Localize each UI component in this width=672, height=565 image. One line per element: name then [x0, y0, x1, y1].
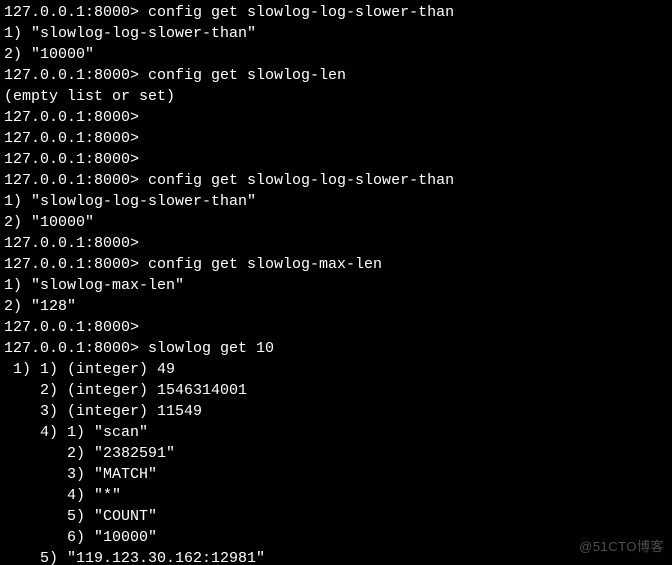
prompt-line: 127.0.0.1:8000> — [4, 317, 668, 338]
prompt-line: 127.0.0.1:8000> — [4, 107, 668, 128]
prompt-line: 127.0.0.1:8000> config get slowlog-log-s… — [4, 2, 668, 23]
output-line: 2) (integer) 1546314001 — [4, 380, 668, 401]
prompt-line: 127.0.0.1:8000> — [4, 128, 668, 149]
output-line: 5) "119.123.30.162:12981" — [4, 548, 668, 565]
prompt-line: 127.0.0.1:8000> — [4, 233, 668, 254]
output-line: 1) "slowlog-log-slower-than" — [4, 23, 668, 44]
terminal[interactable]: 127.0.0.1:8000> config get slowlog-log-s… — [0, 0, 672, 565]
output-line: 1) "slowlog-log-slower-than" — [4, 191, 668, 212]
output-line: 4) 1) "scan" — [4, 422, 668, 443]
prompt-line: 127.0.0.1:8000> — [4, 149, 668, 170]
output-line: (empty list or set) — [4, 86, 668, 107]
output-line: 3) (integer) 11549 — [4, 401, 668, 422]
output-line: 2) "10000" — [4, 212, 668, 233]
output-line: 2) "128" — [4, 296, 668, 317]
prompt-line: 127.0.0.1:8000> config get slowlog-log-s… — [4, 170, 668, 191]
output-line: 2) "10000" — [4, 44, 668, 65]
output-line: 3) "MATCH" — [4, 464, 668, 485]
prompt-line: 127.0.0.1:8000> config get slowlog-max-l… — [4, 254, 668, 275]
output-line: 6) "10000" — [4, 527, 668, 548]
output-line: 4) "*" — [4, 485, 668, 506]
prompt-line: 127.0.0.1:8000> config get slowlog-len — [4, 65, 668, 86]
output-line: 1) "slowlog-max-len" — [4, 275, 668, 296]
prompt-line: 127.0.0.1:8000> slowlog get 10 — [4, 338, 668, 359]
output-line: 1) 1) (integer) 49 — [4, 359, 668, 380]
output-line: 5) "COUNT" — [4, 506, 668, 527]
watermark: @51CTO博客 — [579, 536, 664, 557]
output-line: 2) "2382591" — [4, 443, 668, 464]
